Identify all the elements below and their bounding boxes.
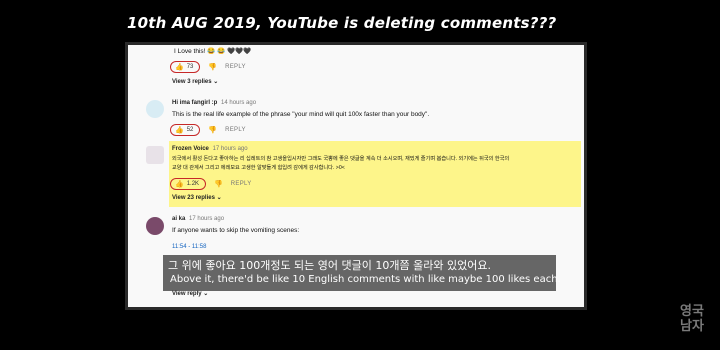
video-title-overlay: 10th AUG 2019, YouTube is deleting comme… [127,14,557,32]
view-replies-link[interactable]: View reply ⌄ [172,290,208,297]
view-replies-label: View 23 replies [172,195,215,201]
subtitle-korean: 그 위에 좋아요 100개정도 되는 영어 댓글이 10개쯤 올라와 있었어요. [168,259,491,272]
comment-time: 17 hours ago [212,146,248,152]
chevron-down-icon: ⌄ [203,291,209,297]
avatar[interactable] [146,146,164,164]
reply-button[interactable]: REPLY [225,64,246,70]
thumbs-down-icon[interactable]: 👎 [208,63,217,71]
comment-text: I Love this! 😂 😂 🖤🖤🖤 [174,48,252,55]
like-button[interactable]: 👍 73 [170,61,201,73]
thumbs-up-icon: 👍 [175,127,184,134]
like-button[interactable]: 👍 52 [170,124,201,136]
comment-meta: ai ka 17 hours ago [172,216,224,222]
comment-time: 14 hours ago [221,100,257,106]
reply-button[interactable]: REPLY [231,181,252,187]
comment-author[interactable]: Frozen Voice [172,146,209,152]
comment-text: This is the real life example of the phr… [172,111,430,118]
comment-author[interactable]: Hi ima fangirl :p [172,100,217,106]
view-replies-label: View 3 replies [172,79,212,85]
like-count: 73 [186,64,194,70]
channel-watermark-logo: 영국 남자 [680,304,704,334]
thumbs-down-icon[interactable]: 👎 [208,126,217,134]
subtitle-english: Above it, there'd be like 10 English com… [170,274,561,285]
comment-text: If anyone wants to skip the vomiting sce… [172,227,300,234]
comment-actions: 👍 73 👎 REPLY [170,61,246,73]
chevron-down-icon: ⌄ [216,195,222,201]
thumbs-down-icon[interactable]: 👎 [214,180,223,188]
comment-actions: 👍 1.2K 👎 REPLY [170,178,252,190]
avatar[interactable] [146,217,164,235]
reply-button[interactable]: REPLY [225,127,246,133]
thumbs-up-icon: 👍 [175,64,184,71]
comment-actions: 👍 52 👎 REPLY [170,124,246,136]
thumbs-up-icon: 👍 [175,181,184,188]
view-replies-link[interactable]: View 3 replies ⌄ [172,78,218,85]
comment-time: 17 hours ago [189,216,225,222]
like-count: 1.2K [186,181,200,187]
avatar[interactable] [146,100,164,118]
like-count: 52 [186,127,194,133]
like-button[interactable]: 👍 1.2K [170,178,207,190]
comment-text-line-1: 외국에서 활성 돈다고 좋아하는 리 십레트의 참 고생을입시자만 그래도 국뽕… [172,156,510,162]
comment-meta: Hi ima fangirl :p 14 hours ago [172,100,256,106]
view-replies-link[interactable]: View 23 replies ⌄ [172,194,222,201]
view-replies-label: View reply [172,291,202,297]
comment-author[interactable]: ai ka [172,216,185,222]
timestamp-link[interactable]: 11:54 - 11:58 [172,244,206,250]
chevron-down-icon: ⌄ [213,79,219,85]
comment-text-line-2: 교양 대 관계서 그리고 에레모요 고생한 알맞들게 힘입려 감에게 감사합니다… [172,165,345,171]
comment-meta: Frozen Voice 17 hours ago [172,146,248,152]
